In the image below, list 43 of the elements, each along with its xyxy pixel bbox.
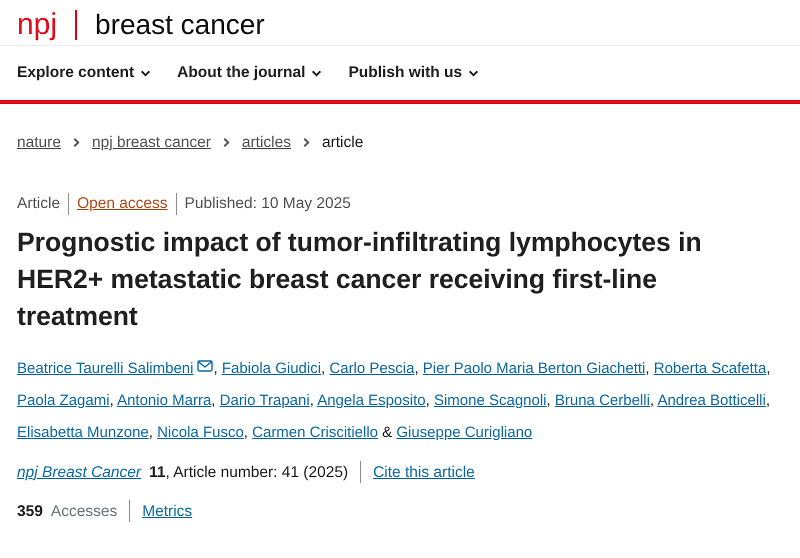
author-list: Beatrice Taurelli Salimbeni , Fabiola Giudici, Carlo Pescia, Pier Paolo Maria Berton Giachetti, Roberta Scafetta, Paola Zagami, Antonio Marra, Dario Trapani, Angela Esposito, Simone Scagnoli, Bruna Cerbelli, Andrea Botticelli, Elisabetta Munzone, Nicola Fusco, Carmen Criscitiello & Giuseppe Curigliano — [17, 352, 783, 448]
chevron-icon — [70, 137, 82, 148]
breadcrumb-link[interactable]: articles — [242, 131, 291, 154]
caret-icon — [468, 68, 480, 78]
author-link[interactable]: Paola Zagami — [17, 392, 110, 408]
author-link[interactable]: Andrea Botticelli — [657, 392, 766, 408]
journal-title[interactable]: breast cancer — [95, 6, 265, 44]
author-link[interactable]: Dario Trapani — [220, 392, 310, 408]
access-count: 359 — [17, 502, 43, 522]
nav-menu-button[interactable]: Publish with us — [348, 61, 480, 85]
author-link[interactable]: Simone Scagnoli — [434, 392, 547, 408]
author-link[interactable]: Nicola Fusco — [157, 424, 244, 440]
caret-icon — [311, 68, 322, 78]
author-link[interactable]: Fabiola Giudici — [222, 360, 322, 376]
access-label: Accesses — [50, 502, 118, 522]
citation-details: 11, Article number: 41 (2025) — [149, 462, 348, 482]
breadcrumb-current: article — [322, 133, 364, 153]
nav-menu-button[interactable]: About the journal — [177, 61, 322, 85]
caret-icon — [140, 68, 152, 78]
chevron-icon — [300, 137, 312, 148]
author-link[interactable]: Pier Paolo Maria Berton Giachetti — [422, 360, 646, 376]
author-link[interactable]: Roberta Scafetta — [654, 360, 766, 376]
author-link[interactable]: Carmen Criscitiello — [252, 424, 378, 440]
metrics-link[interactable]: Metrics — [142, 500, 192, 523]
open-access-link[interactable]: Open access — [77, 192, 168, 216]
breadcrumb-link[interactable]: nature — [17, 131, 61, 154]
author-link[interactable]: Angela Esposito — [317, 392, 426, 408]
author-link[interactable]: Carlo Pescia — [329, 360, 414, 376]
article-title: Prognostic impact of tumor-infiltrating lymphocytes in HER2+ metastatic breast cancer receiving first-line treatment — [17, 226, 703, 332]
author-link[interactable]: Beatrice Taurelli Salimbeni — [17, 360, 194, 376]
published-date: Published: 10 May 2025 — [184, 194, 351, 214]
author-link[interactable]: Giuseppe Curigliano — [396, 424, 532, 440]
chevron-icon — [220, 137, 232, 148]
author-link[interactable]: Elisabetta Munzone — [17, 424, 149, 440]
journal-link[interactable]: npj Breast Cancer — [17, 460, 142, 484]
author-link[interactable]: Bruna Cerbelli — [554, 392, 650, 408]
article-type: Article — [17, 194, 60, 214]
breadcrumb-link[interactable]: npj breast cancer — [92, 131, 211, 154]
mail-icon[interactable] — [197, 360, 214, 372]
author-link[interactable]: Antonio Marra — [117, 392, 212, 408]
logo[interactable]: npj — [17, 6, 58, 44]
cite-link[interactable]: Cite this article — [373, 460, 475, 484]
nav-menu-button[interactable]: Explore content — [17, 61, 152, 85]
